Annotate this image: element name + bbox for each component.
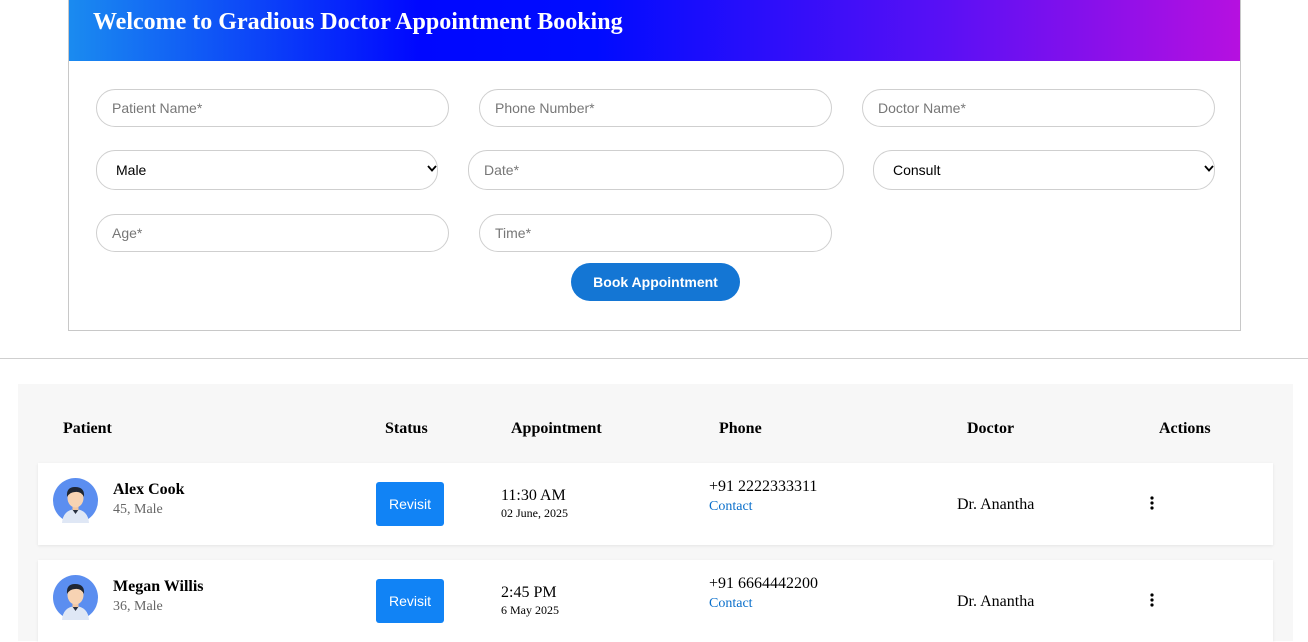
gender-select-value: Male [116, 162, 147, 178]
column-header-doctor: Doctor [967, 420, 1015, 437]
doctor-name-input[interactable]: Doctor Name* [862, 89, 1215, 127]
column-header-patient: Patient [63, 420, 112, 437]
kebab-menu-icon[interactable] [1148, 593, 1156, 607]
phone-number: +91 6664442200 [709, 575, 819, 592]
column-header-status: Status [385, 420, 428, 437]
column-header-appointment: Appointment [511, 420, 602, 437]
appointment-type-value: Consult [893, 162, 941, 178]
appointment-time: 11:30 AM [501, 487, 566, 504]
time-input[interactable]: Time* [479, 214, 832, 252]
patient-name: Alex Cook [113, 481, 185, 498]
table-row: Megan Willis 36, Male Revisit 2:45 PM 6 … [38, 560, 1273, 642]
header-banner: Welcome to Gradious Doctor Appointment B… [69, 0, 1240, 61]
column-header-actions: Actions [1159, 420, 1211, 437]
user-avatar-icon [53, 478, 98, 523]
patient-age-gender: 36, Male [113, 599, 163, 614]
patient-name-input[interactable]: Patient Name* [96, 89, 449, 127]
column-header-phone: Phone [719, 420, 762, 437]
patient-age-gender: 45, Male [113, 502, 163, 517]
contact-link[interactable]: Contact [709, 499, 753, 515]
appointments-table: Patient Status Appointment Phone Doctor … [18, 384, 1293, 642]
book-appointment-button[interactable]: Book Appointment [571, 263, 740, 301]
table-row: Alex Cook 45, Male Revisit 11:30 AM 02 J… [38, 463, 1273, 545]
patient-name: Megan Willis [113, 578, 204, 595]
appointment-date: 6 May 2025 [501, 603, 559, 617]
doctor-name: Dr. Anantha [957, 593, 1035, 610]
appointment-date: 02 June, 2025 [501, 506, 568, 520]
age-input[interactable]: Age* [96, 214, 449, 252]
kebab-menu-icon[interactable] [1148, 496, 1156, 510]
date-input[interactable]: Date* [468, 150, 844, 190]
status-revisit-button[interactable]: Revisit [376, 482, 444, 526]
section-divider [0, 358, 1308, 359]
gender-select[interactable]: Male [96, 150, 438, 190]
booking-form-card: Welcome to Gradious Doctor Appointment B… [68, 0, 1241, 331]
doctor-name: Dr. Anantha [957, 496, 1035, 513]
appointment-time: 2:45 PM [501, 584, 557, 601]
phone-number-input[interactable]: Phone Number* [479, 89, 832, 127]
phone-number: +91 2222333311 [709, 478, 818, 495]
status-revisit-button[interactable]: Revisit [376, 579, 444, 623]
page-title: Welcome to Gradious Doctor Appointment B… [93, 9, 623, 35]
contact-link[interactable]: Contact [709, 596, 753, 612]
appointment-type-select[interactable]: Consult [873, 150, 1215, 190]
user-avatar-icon [53, 575, 98, 620]
